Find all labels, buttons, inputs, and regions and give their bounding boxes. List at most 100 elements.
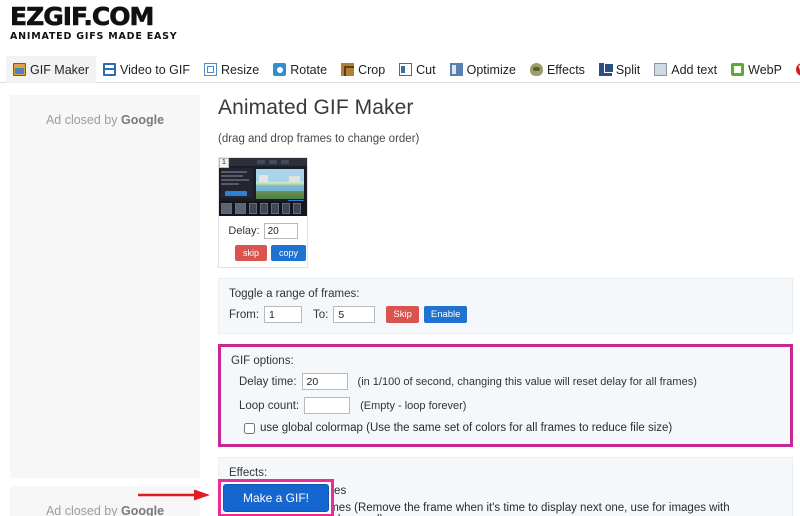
nav-label: Effects [546, 62, 585, 77]
delay-time-input[interactable] [301, 373, 348, 390]
thumb-panel-row [221, 179, 249, 181]
thumb-panel-row [221, 175, 243, 177]
thumb-filmstrip-cell [260, 203, 268, 214]
page-title: Animated GIF Maker [218, 96, 414, 119]
loop-count-hint: (Empty - loop forever) [360, 399, 467, 412]
nav-item-gif-maker[interactable]: GIF Maker [6, 56, 97, 83]
delay-time-label: Delay time: [239, 375, 297, 388]
effects-title: Effects: [229, 467, 268, 479]
frame-card[interactable]: 1 Delay: 20 skip copy [218, 157, 308, 268]
thumb-topbar-button [257, 160, 265, 164]
page-subtitle: (drag and drop frames to change order) [218, 133, 420, 145]
thumb-filmstrip-cell [271, 203, 279, 214]
nav-label: Cut [416, 62, 436, 77]
dont-stack-frames-label: don't stack frames (Remove the frame whe… [258, 502, 730, 516]
nav-label: Rotate [290, 62, 328, 77]
gif-maker-icon [13, 63, 26, 76]
nav-label: Crop [358, 62, 386, 77]
nav-item-add-text[interactable]: Add text [647, 56, 724, 83]
thumb-building [259, 175, 268, 182]
range-enable-button[interactable]: Enable [423, 306, 468, 323]
nav-item-apng[interactable]: APNG [789, 56, 800, 83]
logo-wordmark: EZGIF.COM [10, 2, 155, 31]
site-logo[interactable]: EZGIF.COM ANIMATED GIFS MADE EASY [10, 2, 310, 44]
nav-label: Split [615, 62, 641, 77]
thumb-topbar-button [269, 160, 277, 164]
frame-skip-button[interactable]: skip [235, 245, 268, 261]
thumb-filmstrip-cell [282, 203, 290, 214]
main-navigation: GIF Maker Video to GIF Resize Rotate Cro… [0, 56, 800, 83]
global-colormap-label: use global colormap (Use the same set of… [260, 422, 673, 434]
from-label: From: [229, 308, 260, 321]
split-icon [598, 63, 614, 76]
optimize-icon [449, 63, 463, 76]
resize-icon [204, 63, 217, 76]
main-content: Animated GIF Maker (drag and drop frames… [218, 96, 793, 516]
toggle-range-panel: Toggle a range of frames: From: To: Skip… [218, 278, 793, 334]
gif-options-title: GIF options: [231, 355, 294, 367]
nav-item-cut[interactable]: Cut [392, 56, 442, 83]
nav-label: GIF Maker [30, 62, 90, 77]
nav-items-container: GIF Maker Video to GIF Resize Rotate Cro… [0, 56, 800, 83]
loop-count-input[interactable] [304, 397, 351, 414]
range-to-input[interactable] [333, 306, 376, 323]
thumb-filmstrip-cell [235, 203, 246, 214]
global-colormap-checkbox[interactable] [244, 422, 255, 434]
nav-item-effects[interactable]: Effects [523, 56, 592, 83]
frame-controls: Delay: skip copy [219, 216, 307, 267]
nav-item-optimize[interactable]: Optimize [443, 56, 523, 83]
loop-count-label: Loop count: [239, 399, 300, 412]
loop-count-row: Loop count: (Empty - loop forever) [231, 397, 780, 414]
pointer-arrow-icon [138, 489, 210, 501]
thumb-filmstrip [219, 201, 307, 216]
nav-label: WebP [748, 62, 782, 77]
add-text-icon [654, 63, 668, 76]
toggle-range-title: Toggle a range of frames: [229, 288, 360, 300]
toggle-range-row: From: To: Skip Enable [229, 306, 782, 323]
frame-copy-button[interactable]: copy [271, 245, 307, 261]
thumb-topbar-button [281, 160, 289, 164]
nav-label: Video to GIF [120, 62, 190, 77]
global-colormap-row: use global colormap (Use the same set of… [231, 422, 780, 434]
webp-icon [731, 63, 745, 76]
thumb-action-button [225, 191, 247, 196]
nav-item-split[interactable]: Split [592, 56, 647, 83]
delay-time-row: Delay time: (in 1/100 of second, changin… [231, 373, 780, 390]
frame-delay-input[interactable] [263, 223, 298, 239]
nav-label: Optimize [466, 62, 516, 77]
cut-icon [399, 63, 413, 76]
frames-strip: 1 Delay: 20 skip copy [218, 157, 793, 268]
thumb-filmstrip-cell [293, 203, 301, 214]
ad-slot-top: Ad closed by Google [10, 95, 200, 478]
frame-delay-label: Delay: [228, 225, 260, 237]
nav-item-video-to-gif[interactable]: Video to GIF [96, 56, 197, 83]
nav-item-rotate[interactable]: Rotate [266, 56, 334, 83]
thumb-water [256, 186, 304, 191]
frame-number-badge: 1 [219, 158, 229, 168]
thumb-panel-row [221, 171, 247, 173]
nav-item-crop[interactable]: Crop [334, 56, 392, 83]
rotate-icon [273, 63, 287, 76]
nav-label: Resize [221, 62, 260, 77]
google-brand-label: Google [120, 504, 165, 516]
range-from-input[interactable] [264, 306, 303, 323]
google-brand-label: Google [120, 113, 165, 127]
nav-item-webp[interactable]: WebP [724, 56, 789, 83]
page-root: EZGIF.COM ANIMATED GIFS MADE EASY GIF Ma… [0, 0, 800, 516]
make-gif-action-area: Make a GIF! [218, 479, 335, 516]
delay-time-hint: (in 1/100 of second, changing this value… [357, 375, 697, 388]
thumb-panel-row [221, 183, 239, 185]
thumb-filmstrip-cell [221, 203, 232, 214]
nav-item-resize[interactable]: Resize [197, 56, 266, 83]
ad-closed-text: Ad closed by [45, 113, 121, 127]
make-gif-highlight-box: Make a GIF! [218, 479, 335, 516]
logo-tagline: ANIMATED GIFS MADE EASY [10, 31, 178, 42]
range-skip-button[interactable]: Skip [386, 306, 419, 323]
frame-button-row: skip copy [223, 245, 307, 261]
frame-delay-row: Delay: [223, 223, 303, 239]
video-icon [103, 63, 117, 76]
thumb-filmstrip-cell [249, 203, 257, 214]
make-gif-button[interactable]: Make a GIF! [223, 484, 330, 512]
frame-thumbnail[interactable]: 1 [219, 158, 307, 216]
crop-icon [341, 63, 355, 76]
